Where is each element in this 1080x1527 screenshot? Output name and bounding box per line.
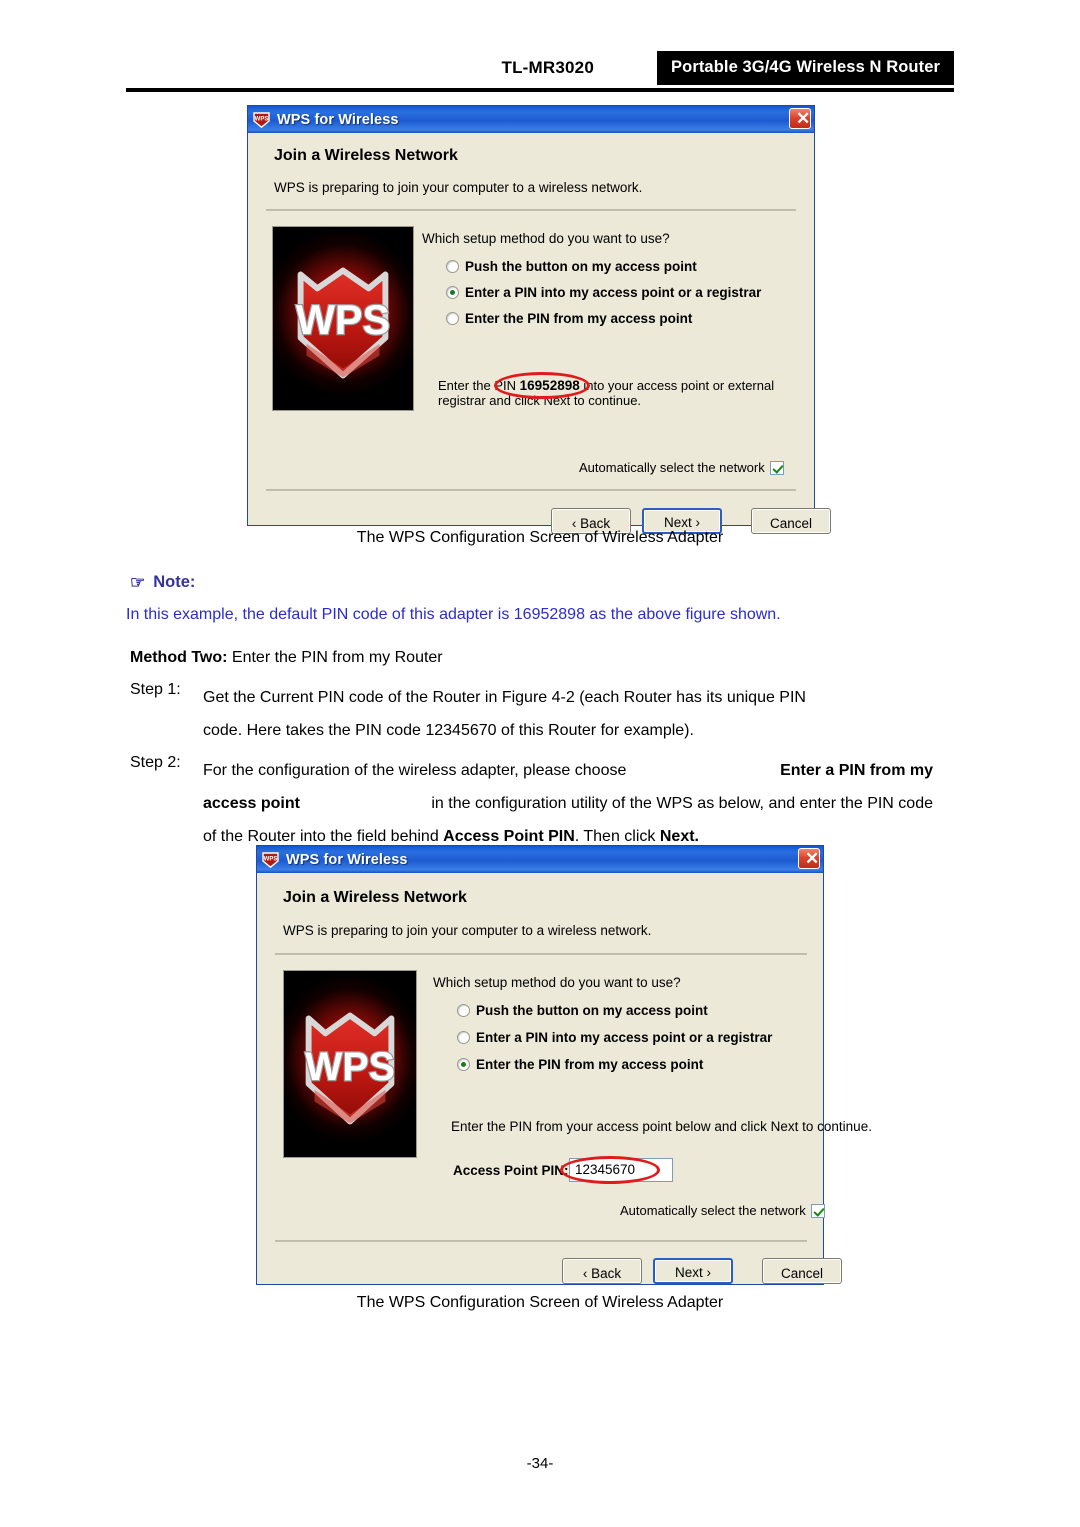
dialog1-radio-enter-pin-from-ap[interactable]: Enter the PIN from my access point — [446, 311, 692, 326]
step2-line3-bold-b: Next. — [659, 828, 699, 845]
header-model-name: TL-MR3020 — [501, 58, 594, 77]
dialog1-autoselect-label: Automatically select the network — [579, 460, 765, 475]
dialog2-divider-bottom — [275, 1240, 807, 1242]
header-rule — [126, 88, 954, 92]
step1-line-1: Get the Current PIN code of the Router i… — [203, 689, 806, 706]
wps-logo-image: WPS — [272, 226, 414, 411]
dialog2-autoselect-label: Automatically select the network — [620, 1203, 806, 1218]
dialog2-radio-enter-pin-from-ap[interactable]: Enter the PIN from my access point — [457, 1057, 703, 1072]
dialog1-autoselect-row[interactable]: Automatically select the network — [579, 460, 784, 475]
dialog1-question: Which setup method do you want to use? — [422, 231, 670, 246]
dialog2-heading: Join a Wireless Network — [283, 889, 467, 906]
svg-text:WPS: WPS — [305, 1045, 395, 1089]
step2-line2-text: in the configuration utility of the WPS … — [431, 795, 933, 812]
note-title: Note: — [153, 573, 196, 591]
header-product-badge: Portable 3G/4G Wireless N Router — [657, 51, 954, 85]
dialog2-radio-enter-pin-into-ap[interactable]: Enter a PIN into my access point or a re… — [457, 1030, 772, 1045]
dialog1-pin-prefix: Enter the PIN — [438, 378, 520, 393]
wps-shield-icon: WPS — [262, 851, 279, 868]
next-button[interactable]: Next › — [653, 1258, 733, 1284]
figure-caption-2: The WPS Configuration Screen of Wireless… — [356, 1294, 724, 1311]
step2-label: Step 2: — [130, 754, 181, 771]
dialog1-radio-label-1: Enter a PIN into my access point or a re… — [465, 285, 762, 300]
access-point-pin-label: Access Point PIN: — [453, 1163, 569, 1178]
dialog2-titlebar: WPS WPS for Wireless ✕ — [257, 846, 823, 873]
dialog1-title: WPS for Wireless — [277, 111, 399, 128]
svg-text:WPS: WPS — [296, 296, 390, 343]
dialog2-autoselect-row[interactable]: Automatically select the network — [620, 1203, 825, 1218]
method-two-paragraph: Method Two: Enter the PIN from my Router — [130, 641, 443, 674]
back-button[interactable]: ‹ Back — [562, 1258, 642, 1284]
dialog1-radio-enter-pin-into-ap[interactable]: Enter a PIN into my access point or a re… — [446, 285, 761, 300]
dialog2-radio-label-2: Enter the PIN from my access point — [476, 1057, 704, 1072]
dialog1-radio-push-button[interactable]: Push the button on my access point — [446, 259, 697, 274]
dialog2-instruction: Enter the PIN from your access point bel… — [451, 1119, 872, 1134]
page-number: -34- — [526, 1455, 554, 1472]
note-heading: ☞ Note: — [130, 573, 195, 592]
step2-line1-text: For the configuration of the wireless ad… — [203, 762, 627, 779]
page-header: TL-MR3020 Portable 3G/4G Wireless N Rout… — [126, 51, 954, 90]
checkbox-icon-checked[interactable] — [769, 460, 784, 475]
radio-icon-selected[interactable] — [446, 286, 459, 299]
dialog2-body: Join a Wireless Network WPS is preparing… — [257, 873, 872, 1284]
dialog2-divider-top — [275, 953, 807, 955]
radio-icon[interactable] — [457, 1031, 470, 1044]
wps-dialog-method-one: WPS WPS for Wireless ✕ Join a Wireless N… — [247, 105, 831, 534]
step1-line-2: code. Here takes the PIN code 12345670 o… — [203, 722, 694, 739]
wps-shield-icon: WPS — [253, 111, 270, 128]
cancel-button[interactable]: Cancel — [762, 1258, 842, 1284]
close-icon[interactable]: ✕ — [798, 848, 820, 869]
pointing-hand-icon: ☞ — [130, 573, 146, 592]
step2-line-2: access point in the configuration utilit… — [203, 787, 933, 820]
dialog2-subtitle: WPS is preparing to join your computer t… — [283, 923, 652, 938]
dialog1-titlebar: WPS WPS for Wireless ✕ — [248, 106, 814, 133]
step1-label: Step 1: — [130, 681, 181, 698]
dialog1-heading: Join a Wireless Network — [274, 147, 458, 164]
step2-line2-bold: access point — [203, 795, 300, 812]
figure-caption-1: The WPS Configuration Screen of Wireless… — [356, 529, 724, 546]
checkbox-icon-checked[interactable] — [810, 1203, 825, 1218]
method-two-text: Enter the PIN from my Router — [227, 649, 443, 666]
dialog2-question: Which setup method do you want to use? — [433, 975, 681, 990]
dialog1-body: Join a Wireless Network WPS is preparing… — [248, 133, 831, 534]
dialog2-radio-push-button[interactable]: Push the button on my access point — [457, 1003, 708, 1018]
dialog2-title: WPS for Wireless — [286, 851, 408, 868]
svg-text:WPS: WPS — [264, 856, 278, 862]
step2-line3-text-a: of the Router into the field behind — [203, 828, 444, 845]
close-icon[interactable]: ✕ — [789, 108, 811, 129]
dialog1-pin-value: 16952898 — [519, 378, 580, 393]
method-two-label: Method Two: — [130, 649, 228, 666]
step2-line3-text-b: . Then click — [574, 828, 660, 845]
dialog2-button-row: ‹ Back Next › Cancel — [562, 1258, 842, 1284]
dialog2-radio-label-0: Push the button on my access point — [476, 1003, 708, 1018]
step2-line-1: For the configuration of the wireless ad… — [203, 754, 933, 787]
step2-line3-bold-a: Access Point PIN — [443, 828, 575, 845]
dialog1-pin-sentence: Enter the PIN 16952898 into your access … — [438, 378, 786, 408]
dialog2-radio-label-1: Enter a PIN into my access point or a re… — [476, 1030, 773, 1045]
note-text: In this example, the default PIN code of… — [126, 606, 781, 623]
svg-text:WPS: WPS — [255, 116, 269, 122]
dialog1-subtitle: WPS is preparing to join your computer t… — [274, 180, 643, 195]
dialog1-radio-label-2: Enter the PIN from my access point — [465, 311, 693, 326]
wps-dialog-method-two: WPS WPS for Wireless ✕ Join a Wireless N… — [256, 845, 872, 1285]
access-point-pin-input[interactable]: 12345670 — [569, 1158, 673, 1182]
dialog1-divider-bottom — [266, 489, 796, 491]
step2-line1-bold: Enter a PIN from my — [780, 762, 933, 779]
wps-logo-image: WPS — [283, 970, 417, 1158]
dialog1-radio-label-0: Push the button on my access point — [465, 259, 697, 274]
radio-icon[interactable] — [457, 1004, 470, 1017]
radio-icon[interactable] — [446, 312, 459, 325]
dialog1-divider-top — [266, 209, 796, 211]
radio-icon[interactable] — [446, 260, 459, 273]
radio-icon-selected[interactable] — [457, 1058, 470, 1071]
